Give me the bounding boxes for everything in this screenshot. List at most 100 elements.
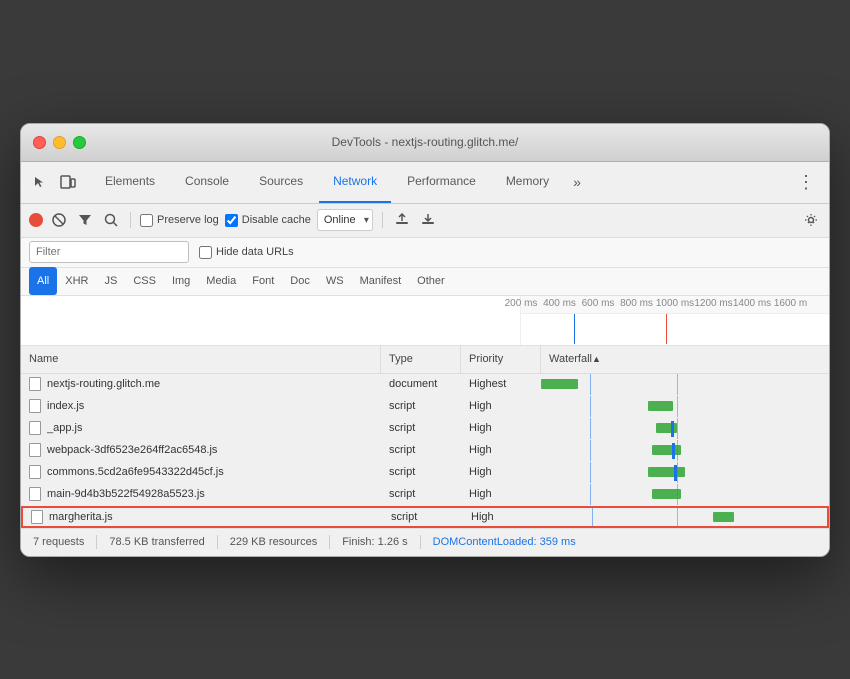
close-button[interactable] (33, 136, 46, 149)
column-priority[interactable]: Priority (461, 346, 541, 373)
table-row[interactable]: margherita.js scriptHigh (21, 506, 829, 528)
row-name: margherita.js (49, 511, 113, 523)
row-waterfall (541, 440, 829, 461)
row-type: script (381, 484, 461, 505)
row-priority: Highest (461, 374, 541, 395)
row-priority: High (461, 462, 541, 483)
column-type[interactable]: Type (381, 346, 461, 373)
type-tab-ws[interactable]: WS (318, 267, 352, 295)
type-filter-bar: AllXHRJSCSSImgMediaFontDocWSManifestOthe… (21, 268, 829, 296)
preserve-log-checkbox[interactable]: Preserve log (140, 214, 219, 227)
status-bar: 7 requests 78.5 KB transferred 229 KB re… (21, 528, 829, 556)
file-icon (29, 465, 41, 479)
row-priority: High (461, 440, 541, 461)
more-tabs-button[interactable]: » (565, 174, 589, 190)
row-type: script (383, 508, 463, 526)
devtools-menu-button[interactable]: ⋮ (791, 172, 821, 193)
device-toggle-icon[interactable] (57, 171, 79, 193)
file-icon (29, 487, 41, 501)
table-row[interactable]: index.jsscriptHigh (21, 396, 829, 418)
search-icon[interactable] (101, 210, 121, 230)
type-tab-css[interactable]: CSS (125, 267, 164, 295)
throttle-select-wrap: Online (317, 209, 373, 231)
settings-button[interactable] (801, 210, 821, 230)
tab-performance[interactable]: Performance (393, 161, 490, 203)
maximize-button[interactable] (73, 136, 86, 149)
export-har-button[interactable] (418, 210, 438, 230)
waterfall-bar (656, 423, 677, 433)
table-row[interactable]: nextjs-routing.glitch.medocumentHighest (21, 374, 829, 396)
status-transferred: 78.5 KB transferred (109, 536, 204, 548)
file-icon (31, 510, 43, 524)
timeline-header: 200 ms400 ms600 ms800 ms1000 ms1200 ms14… (21, 296, 829, 346)
separator (130, 212, 131, 228)
row-waterfall (541, 462, 829, 483)
type-tab-doc[interactable]: Doc (282, 267, 318, 295)
minimize-button[interactable] (53, 136, 66, 149)
cursor-icon[interactable] (29, 171, 51, 193)
column-waterfall[interactable]: Waterfall (541, 346, 829, 373)
table-row[interactable]: main-9d4b3b522f54928a5523.js scriptHigh (21, 484, 829, 506)
filter-input[interactable] (29, 241, 189, 263)
type-tab-font[interactable]: Font (244, 267, 282, 295)
row-waterfall (543, 508, 827, 526)
tab-elements[interactable]: Elements (91, 161, 169, 203)
row-waterfall (541, 374, 829, 395)
record-button[interactable] (29, 213, 43, 227)
row-priority: High (463, 508, 543, 526)
filter-icon[interactable] (75, 210, 95, 230)
blue-timeline-line (574, 314, 575, 344)
row-priority: High (461, 418, 541, 439)
type-tab-all[interactable]: All (29, 267, 57, 295)
import-har-button[interactable] (392, 210, 412, 230)
clear-button[interactable] (49, 210, 69, 230)
table-row[interactable]: commons.5cd2a6fe9543322d45cf.js scriptHig… (21, 462, 829, 484)
hide-data-urls-checkbox[interactable]: Hide data URLs (199, 246, 294, 259)
row-name: commons.5cd2a6fe9543322d45cf.js (47, 466, 224, 478)
file-icon (29, 443, 41, 457)
row-type: script (381, 462, 461, 483)
type-tab-js[interactable]: JS (96, 267, 125, 295)
status-resources: 229 KB resources (230, 536, 317, 548)
table-body: nextjs-routing.glitch.medocumentHighesti… (21, 374, 829, 528)
tab-memory[interactable]: Memory (492, 161, 563, 203)
tab-console[interactable]: Console (171, 161, 243, 203)
row-priority: High (461, 484, 541, 505)
status-sep2 (217, 535, 218, 549)
status-dom-content-loaded[interactable]: DOMContentLoaded: 359 ms (433, 536, 576, 548)
row-priority: High (461, 396, 541, 417)
devtools-tab-bar: Elements Console Sources Network Perform… (21, 162, 829, 204)
file-icon (29, 421, 41, 435)
disable-cache-checkbox[interactable]: Disable cache (225, 214, 311, 227)
throttle-select[interactable]: Online (317, 209, 373, 231)
network-toolbar: Preserve log Disable cache Online (21, 204, 829, 238)
red-timeline-line (666, 314, 667, 344)
icon-group (29, 171, 79, 193)
window-title: DevTools - nextjs-routing.glitch.me/ (332, 135, 519, 149)
row-name: main-9d4b3b522f54928a5523.js (47, 488, 205, 500)
type-tab-xhr[interactable]: XHR (57, 267, 96, 295)
devtools-panel: Elements Console Sources Network Perform… (21, 162, 829, 556)
row-name: webpack-3df6523e264ff2ac6548.js (47, 444, 217, 456)
file-icon (29, 377, 41, 391)
separator2 (382, 212, 383, 228)
row-type: script (381, 440, 461, 461)
devtools-window: DevTools - nextjs-routing.glitch.me/ (20, 123, 830, 557)
table-row[interactable]: _app.jsscriptHigh (21, 418, 829, 440)
column-name[interactable]: Name (21, 346, 381, 373)
row-waterfall (541, 418, 829, 439)
traffic-lights (33, 136, 86, 149)
waterfall-bar (648, 467, 685, 477)
type-tab-media[interactable]: Media (198, 267, 244, 295)
type-tab-img[interactable]: Img (164, 267, 198, 295)
waterfall-bar (541, 379, 578, 389)
row-name: nextjs-routing.glitch.me (47, 378, 160, 390)
row-waterfall (541, 396, 829, 417)
row-type: script (381, 396, 461, 417)
tab-network[interactable]: Network (319, 161, 391, 203)
table-row[interactable]: webpack-3df6523e264ff2ac6548.js scriptHig… (21, 440, 829, 462)
row-type: script (381, 418, 461, 439)
tab-sources[interactable]: Sources (245, 161, 317, 203)
type-tab-other[interactable]: Other (409, 267, 453, 295)
type-tab-manifest[interactable]: Manifest (352, 267, 410, 295)
